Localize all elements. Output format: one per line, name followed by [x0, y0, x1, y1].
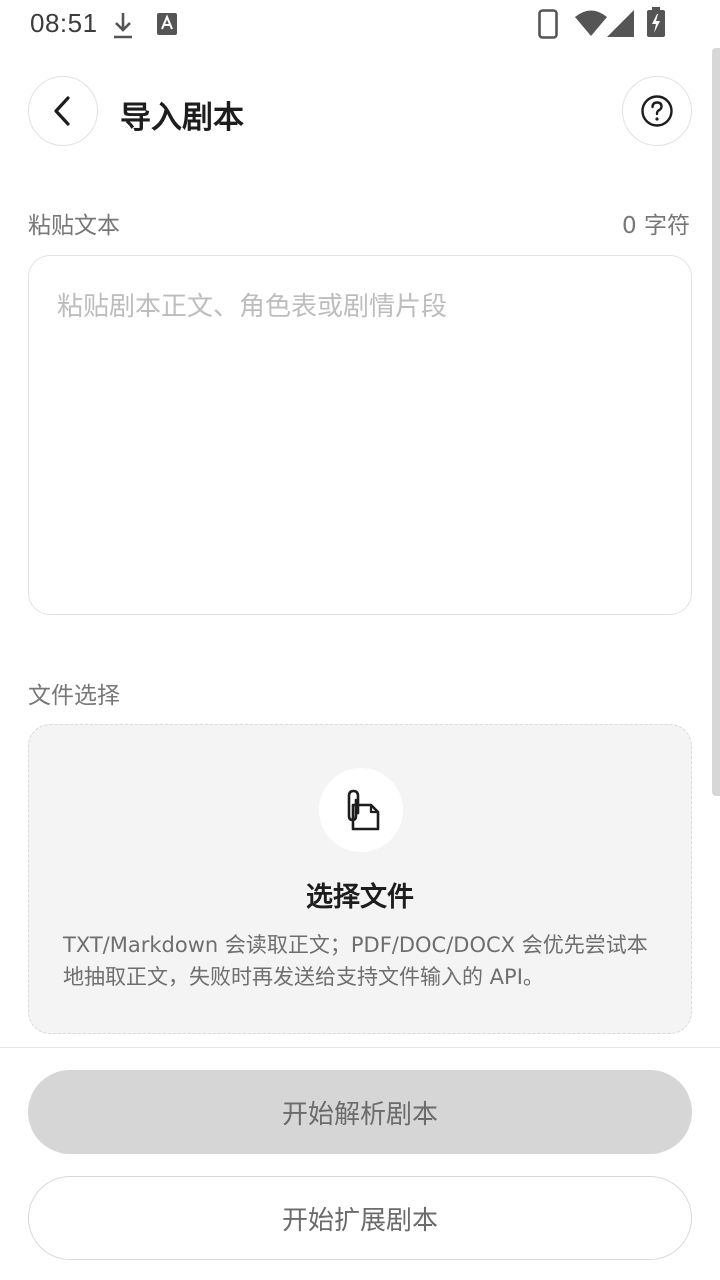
keyboard-a-icon: [157, 13, 177, 35]
wifi-icon: [575, 10, 607, 36]
back-button[interactable]: [28, 76, 98, 146]
chevron-left-icon: [54, 96, 70, 126]
help-button[interactable]: [622, 76, 692, 146]
start-parse-button[interactable]: 开始解析剧本: [28, 1070, 692, 1154]
download-icon: [114, 13, 132, 39]
choose-file-title: 选择文件: [306, 882, 414, 913]
char-count: 0 字符: [622, 213, 690, 239]
signal-icon: [607, 10, 634, 37]
file-format-description: TXT/Markdown 会读取正文；PDF/DOC/DOCX 会优先尝试本地抽…: [63, 933, 648, 989]
file-icon-badge: [319, 768, 403, 852]
script-text-placeholder: 粘贴剧本正文、角色表或剧情片段: [57, 292, 448, 322]
file-section-label: 文件选择: [28, 683, 120, 709]
scroll-indicator[interactable]: [712, 48, 720, 796]
paste-section-label: 粘贴文本: [28, 213, 120, 239]
file-picker[interactable]: 选择文件 TXT/Markdown 会读取正文；PDF/DOC/DOCX 会优先…: [28, 724, 692, 1034]
page-title: 导入剧本: [120, 100, 244, 136]
phone-icon: [538, 9, 558, 39]
script-text-input[interactable]: 粘贴剧本正文、角色表或剧情片段: [28, 255, 692, 615]
status-bar: 08:51: [0, 0, 720, 48]
status-time: 08:51: [30, 8, 98, 38]
attachment-file-icon: [347, 789, 380, 831]
bottom-divider: [0, 1047, 720, 1048]
battery-charging-icon: [647, 7, 665, 37]
start-expand-button[interactable]: 开始扩展剧本: [28, 1176, 692, 1260]
question-circle-icon: [641, 95, 673, 127]
